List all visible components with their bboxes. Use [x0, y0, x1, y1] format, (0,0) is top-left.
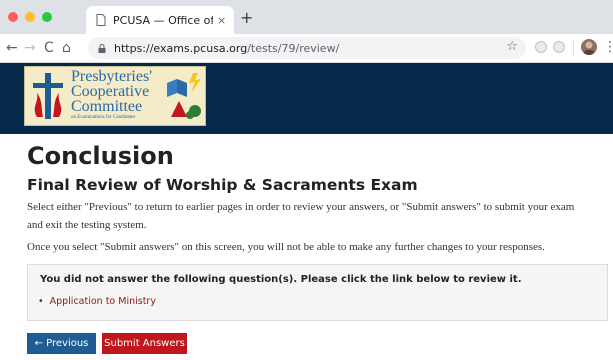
close-tab-icon[interactable]: ×: [217, 14, 226, 27]
previous-button[interactable]: ← Previous: [27, 333, 96, 354]
address-bar[interactable]: https://exams.pcusa.org/tests/79/review/…: [88, 37, 526, 59]
logo-line-2: Cooperative: [71, 83, 150, 100]
page-title: Conclusion: [27, 142, 174, 170]
site-header: Presbyteries' Cooperative Committee on E…: [0, 63, 613, 134]
sacrament-symbols-icon: [167, 73, 201, 119]
warning-text: Once you select "Submit answers" on this…: [27, 241, 545, 253]
cross-emblem-icon: [33, 73, 63, 119]
logo-line-1: Presbyteries': [71, 68, 153, 85]
profile-avatar-icon[interactable]: [581, 39, 597, 55]
logo-text: Presbyteries' Cooperative Committee: [71, 68, 153, 115]
exam-subtitle: Final Review of Worship & Sacraments Exa…: [27, 176, 418, 194]
close-window-button[interactable]: [8, 12, 18, 22]
home-button[interactable]: ⌂: [62, 38, 71, 58]
browser-tab[interactable]: PCUSA — Office of Vocation – ×: [86, 6, 234, 34]
logo-line-3: Committee: [71, 98, 143, 115]
maximize-window-button[interactable]: [42, 12, 52, 22]
logo-line-4: on Examinations for Candidates: [71, 115, 136, 120]
browser-menu-icon[interactable]: ⋮: [603, 39, 613, 55]
url-host: https://exams.pcusa.org: [114, 41, 248, 55]
lock-icon: [98, 43, 106, 53]
window-controls: [8, 12, 52, 22]
bookmark-star-icon[interactable]: ☆: [506, 39, 518, 54]
submit-answers-button[interactable]: Submit Answers: [102, 333, 187, 354]
tab-title: PCUSA — Office of Vocation –: [113, 13, 213, 27]
back-button[interactable]: ←: [6, 38, 18, 58]
page-icon: [96, 14, 106, 26]
forward-button[interactable]: →: [24, 38, 36, 58]
minimize-window-button[interactable]: [25, 12, 35, 22]
reload-button[interactable]: C: [44, 38, 54, 58]
unanswered-alert: You did not answer the following questio…: [27, 264, 608, 321]
instructions-text: Select either "Previous" to return to ea…: [27, 201, 575, 231]
bullet-icon: •: [38, 296, 44, 307]
unanswered-question-link[interactable]: • Application to Ministry: [38, 296, 156, 307]
drive-extension-icon[interactable]: [553, 41, 565, 53]
url-text: https://exams.pcusa.org/tests/79/review/: [114, 42, 339, 55]
alert-title: You did not answer the following questio…: [40, 274, 522, 285]
url-path: /tests/79/review/: [247, 41, 340, 55]
question-link-text[interactable]: Application to Ministry: [50, 296, 156, 307]
tab-bar: PCUSA — Office of Vocation – × +: [0, 0, 613, 34]
new-tab-icon[interactable]: +: [240, 10, 253, 26]
toolbar-divider: [573, 41, 574, 55]
browser-toolbar: ← → C ⌂ https://exams.pcusa.org/tests/79…: [0, 34, 613, 63]
pcc-logo[interactable]: Presbyteries' Cooperative Committee on E…: [24, 66, 206, 126]
extension-icon[interactable]: [535, 41, 547, 53]
